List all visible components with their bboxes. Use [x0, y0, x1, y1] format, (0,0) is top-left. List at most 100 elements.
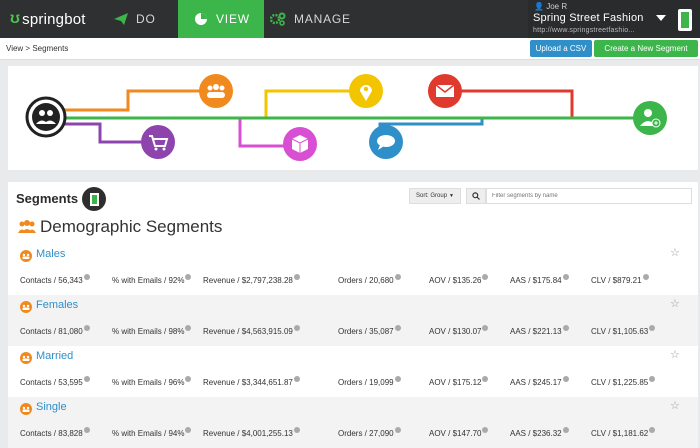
help-icon[interactable]: [649, 325, 656, 331]
gears-icon: [270, 12, 286, 26]
metric-contacts: Contacts / 81,080: [20, 325, 90, 336]
group-icon: [18, 220, 36, 233]
segment-name-link[interactable]: Females: [36, 299, 78, 311]
metric-value: AAS / $236.32: [510, 429, 562, 438]
metric-value: Contacts / 53,595: [20, 378, 83, 387]
segments-panel: Segments Sort: Group▼ Demographic Segmen…: [8, 182, 698, 448]
search-icon[interactable]: [466, 188, 486, 204]
metric-value: Orders / 19,099: [338, 378, 394, 387]
springbot-logo[interactable]: ʊ springbot: [0, 0, 86, 38]
help-icon[interactable]: [394, 376, 401, 382]
help-icon[interactable]: [562, 376, 569, 382]
metric-emails: % with Emails / 94%: [112, 427, 192, 438]
metric-value: CLV / $1,225.85: [591, 378, 649, 387]
metric-value: % with Emails / 94%: [112, 429, 185, 438]
help-icon[interactable]: [293, 274, 300, 280]
metric-orders: Orders / 19,099: [338, 376, 401, 387]
metric-aov: AOV / $135.26: [429, 274, 489, 285]
segment-name-link[interactable]: Single: [36, 401, 67, 413]
brand-name: springbot: [22, 10, 86, 28]
help-icon[interactable]: [83, 376, 90, 382]
help-icon[interactable]: [185, 325, 192, 331]
create-segment-button[interactable]: Create a New Segment: [594, 40, 698, 57]
metric-value: Revenue / $3,344,651.87: [203, 378, 293, 387]
help-icon[interactable]: [394, 274, 401, 280]
segment-row[interactable]: Single ☆ Contacts / 83,828 % with Emails…: [8, 397, 698, 448]
help-icon[interactable]: [293, 325, 300, 331]
help-icon[interactable]: [83, 427, 90, 433]
metric-clv: CLV / $1,225.85: [591, 376, 656, 387]
metric-value: % with Emails / 92%: [112, 276, 185, 285]
group-icon: [20, 250, 32, 262]
help-icon[interactable]: [649, 427, 656, 433]
metric-clv: CLV / $1,181.62: [591, 427, 656, 438]
metric-aov: AOV / $130.07: [429, 325, 489, 336]
star-icon[interactable]: ☆: [670, 399, 680, 412]
metric-value: AOV / $130.07: [429, 327, 482, 336]
star-icon[interactable]: ☆: [670, 246, 680, 259]
metric-value: Orders / 20,680: [338, 276, 394, 285]
metric-value: CLV / $1,105.63: [591, 327, 649, 336]
segment-name-link[interactable]: Married: [36, 350, 73, 362]
metric-clv: CLV / $879.21: [591, 274, 649, 285]
help-icon[interactable]: [562, 427, 569, 433]
store-badge-icon: [678, 9, 692, 31]
help-icon[interactable]: [83, 274, 90, 280]
help-icon[interactable]: [649, 376, 656, 382]
segment-filter-input[interactable]: [486, 188, 692, 204]
sub-toolbar: View > Segments Upload a CSV Create a Ne…: [0, 38, 700, 60]
star-icon[interactable]: ☆: [670, 297, 680, 310]
tab-view[interactable]: VIEW: [178, 0, 264, 38]
help-icon[interactable]: [394, 427, 401, 433]
metric-revenue: Revenue / $3,344,651.87: [203, 376, 300, 387]
segment-row[interactable]: Males ☆ Contacts / 56,343 % with Emails …: [8, 244, 698, 295]
metric-value: Contacts / 81,080: [20, 327, 83, 336]
metric-value: Contacts / 83,828: [20, 429, 83, 438]
logo-icon: ʊ: [10, 10, 21, 27]
metric-orders: Orders / 35,087: [338, 325, 401, 336]
help-icon[interactable]: [482, 427, 489, 433]
help-icon[interactable]: [394, 325, 401, 331]
help-icon[interactable]: [185, 274, 192, 280]
help-icon[interactable]: [562, 325, 569, 331]
help-icon[interactable]: [185, 427, 192, 433]
sort-dropdown[interactable]: Sort: Group ▼: [409, 188, 461, 204]
help-icon[interactable]: [293, 427, 300, 433]
metric-value: AAS / $221.13: [510, 327, 562, 336]
tab-do[interactable]: DO: [86, 0, 178, 38]
panel-title: Segments: [16, 191, 79, 206]
group-icon: [20, 403, 32, 415]
help-icon[interactable]: [185, 376, 192, 382]
segment-row[interactable]: Females ☆ Contacts / 81,080 % with Email…: [8, 295, 698, 346]
help-icon[interactable]: [482, 325, 489, 331]
section-title: Demographic Segments: [18, 217, 222, 237]
metric-contacts: Contacts / 83,828: [20, 427, 90, 438]
metric-emails: % with Emails / 92%: [112, 274, 192, 285]
metric-value: AAS / $175.84: [510, 276, 562, 285]
metric-aas: AAS / $245.17: [510, 376, 569, 387]
breadcrumb: View > Segments: [6, 44, 69, 53]
upload-csv-button[interactable]: Upload a CSV: [530, 40, 592, 57]
star-icon[interactable]: ☆: [670, 348, 680, 361]
help-icon[interactable]: [83, 325, 90, 331]
segment-row[interactable]: Married ☆ Contacts / 53,595 % with Email…: [8, 346, 698, 397]
tab-manage[interactable]: MANAGE: [264, 0, 356, 38]
sort-label: Sort: Group: [416, 193, 448, 199]
account-switcher[interactable]: 👤 Joe R Spring Street Fashion http://www…: [528, 0, 700, 38]
segments-illustration: [25, 74, 667, 161]
metric-revenue: Revenue / $4,001,255.13: [203, 427, 300, 438]
metric-value: AOV / $135.26: [429, 276, 482, 285]
segment-name-link[interactable]: Males: [36, 248, 65, 260]
metric-contacts: Contacts / 56,343: [20, 274, 90, 285]
help-icon[interactable]: [293, 376, 300, 382]
segments-banner: [8, 66, 698, 170]
metric-aov: AOV / $175.12: [429, 376, 489, 387]
metric-revenue: Revenue / $4,563,915.09: [203, 325, 300, 336]
chevron-down-icon[interactable]: [656, 15, 666, 21]
help-icon[interactable]: [642, 274, 649, 280]
tab-do-label: DO: [136, 12, 156, 26]
help-icon[interactable]: [482, 274, 489, 280]
help-icon[interactable]: [562, 274, 569, 280]
metric-revenue: Revenue / $2,797,238.28: [203, 274, 300, 285]
help-icon[interactable]: [482, 376, 489, 382]
